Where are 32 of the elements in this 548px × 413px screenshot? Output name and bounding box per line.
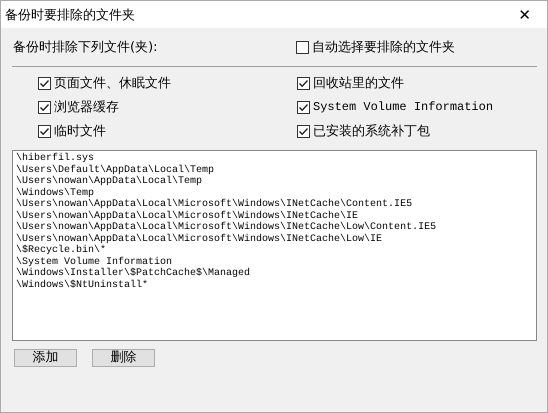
checkbox[interactable] [297, 100, 310, 114]
exclude-label: 备份时排除下列文件(夹): [12, 39, 159, 56]
path-entry[interactable]: \Users\nowan\AppData\Local\Temp [16, 176, 533, 188]
path-entry[interactable]: \Users\nowan\AppData\Local\Microsoft\Windows\INetCache\Content.IE5 [16, 199, 533, 210]
checkbox[interactable] [38, 124, 51, 138]
path-entry[interactable]: \Users\nowan\AppData\Local\Microsoft\Windows\INetCache\IE [16, 210, 533, 222]
checkbox-label: 回收站里的文件 [313, 75, 404, 92]
path-entry[interactable]: \Windows\Installer\$PatchCache$\Managed [16, 268, 533, 280]
checkbox-label: System Volume Information [313, 100, 494, 114]
path-entry[interactable]: \Windows\$NtUninstall* [16, 280, 533, 291]
checkbox[interactable] [296, 40, 309, 54]
path-entry[interactable]: \$Recycle.bin\* [16, 245, 533, 256]
checkbox-label: 临时文件 [54, 123, 106, 140]
window-title: 备份时要排除的文件夹 [5, 6, 135, 24]
checkbox-label: 已安装的系统补丁包 [313, 123, 430, 140]
delete-button[interactable]: 删除 [92, 349, 155, 367]
checkbox[interactable] [38, 100, 51, 114]
path-entry[interactable]: \hiberfil.sys [16, 153, 533, 164]
path-entry[interactable]: \Windows\Temp [16, 188, 533, 199]
checkbox-label: 页面文件、休眠文件 [54, 75, 171, 92]
checkbox[interactable] [297, 76, 310, 90]
checkbox-label: 自动选择要排除的文件夹 [312, 39, 455, 56]
path-entry[interactable]: \Users\nowan\AppData\Local\Microsoft\Windows\INetCache\Low\IE [16, 234, 533, 245]
checkbox-label: 浏览器缓存 [54, 99, 119, 116]
checkbox[interactable] [38, 76, 51, 90]
path-entry[interactable]: \System Volume Information [16, 256, 533, 268]
close-button[interactable]: ✕ [514, 6, 535, 24]
add-button[interactable]: 添加 [14, 349, 77, 367]
path-entry[interactable]: \Users\Default\AppData\Local\Temp [16, 164, 533, 176]
checkbox[interactable] [297, 124, 310, 138]
path-entry[interactable]: \Users\nowan\AppData\Local\Microsoft\Windows\INetCache\Low\Content.IE5 [16, 222, 533, 234]
path-list[interactable] [12, 150, 537, 341]
